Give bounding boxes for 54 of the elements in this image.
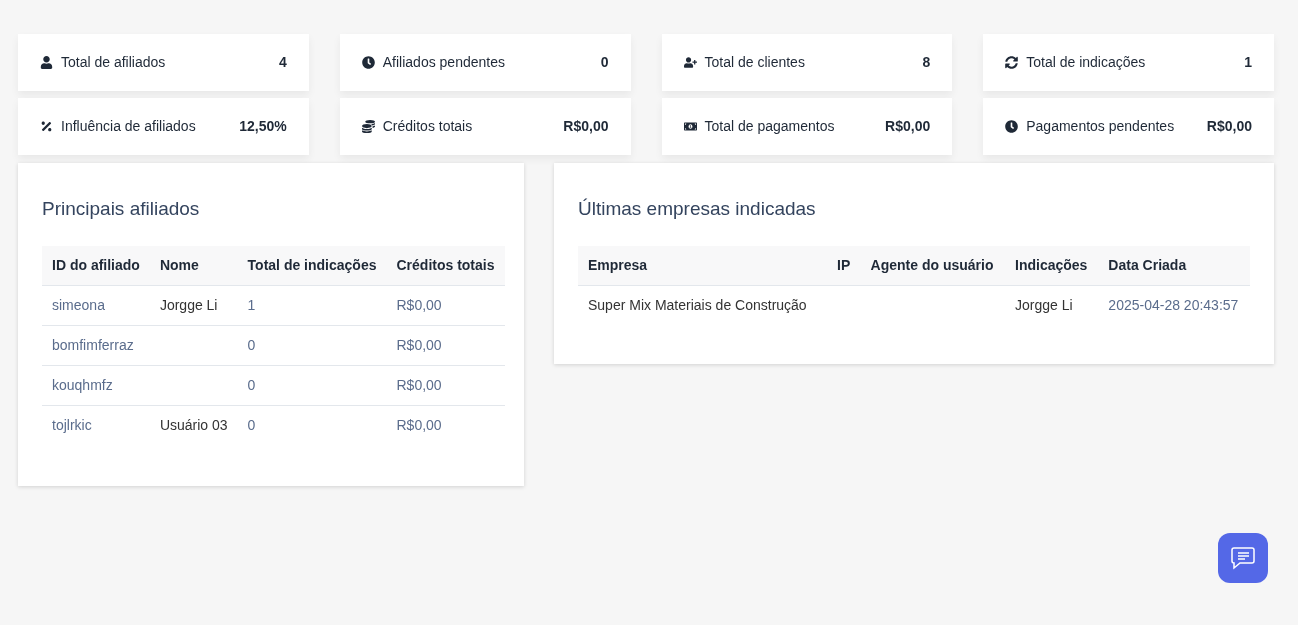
stat-label: Pagamentos pendentes (1026, 117, 1175, 136)
column-header: ID do afiliado (42, 245, 150, 286)
banknote-icon (683, 120, 697, 133)
column-header: IP (827, 245, 861, 286)
stat-value: 0 (600, 53, 609, 72)
panel-title: Principais afiliados (42, 197, 201, 221)
affiliate-link[interactable]: 0 (247, 417, 256, 434)
stat-value: 8 (922, 53, 931, 72)
stat-value: 1 (1244, 53, 1252, 72)
affiliate-link[interactable]: simeona (52, 297, 105, 313)
affiliate-link[interactable]: R$0,00 (396, 297, 442, 313)
stat-label: Total de indicações (1026, 53, 1146, 72)
column-header: Data Criada (1098, 245, 1250, 286)
stat-label: Créditos totais (382, 117, 473, 136)
stat-label: Total de pagamentos (704, 117, 835, 136)
company-link[interactable]: 2025-04-28 20:43:57 (1108, 297, 1239, 314)
chat-icon (1230, 545, 1256, 571)
stat-label: Afiliados pendentes (382, 53, 505, 72)
stat-label: Influência de afiliados (61, 117, 196, 136)
stat-value: R$0,00 (1206, 117, 1252, 136)
percent-icon (40, 120, 53, 133)
column-header: Empresa (578, 245, 827, 286)
affiliate-link[interactable]: kouqhmfz (52, 377, 113, 393)
affiliate-cell: Usuário 03 (159, 417, 228, 434)
company-cell: Jorgge Li (1015, 297, 1073, 314)
stat-label: Total de clientes (704, 53, 805, 72)
column-header: Indicações (1005, 245, 1099, 286)
coins-icon (361, 120, 375, 133)
column-header: Nome (149, 245, 238, 286)
column-header: Créditos totais (386, 245, 505, 286)
affiliate-link[interactable]: 0 (247, 337, 256, 353)
stat-value: 4 (278, 53, 287, 72)
company-cell: Super Mix Materiais de Construção (588, 297, 807, 314)
column-header: Total de indicações (237, 245, 387, 286)
clock-icon (1005, 120, 1019, 133)
user-icon (40, 56, 53, 69)
stat-value: 12,50% (239, 117, 287, 136)
stat-label: Total de afiliados (61, 53, 166, 72)
affiliate-link[interactable]: 1 (247, 297, 256, 313)
stat-value: R$0,00 (885, 117, 931, 136)
user-plus-icon (683, 56, 697, 69)
panel-title: Últimas empresas indicadas (578, 197, 817, 221)
chat-button[interactable] (1218, 533, 1268, 583)
column-header: Agente do usuário (860, 245, 1005, 286)
affiliate-link[interactable]: bomfimferraz (52, 337, 134, 353)
affiliate-link[interactable]: R$0,00 (396, 377, 442, 393)
affiliate-link[interactable]: 0 (247, 377, 256, 393)
stat-value: R$0,00 (563, 117, 609, 136)
affiliate-link[interactable]: tojlrkic (52, 417, 92, 434)
affiliate-link[interactable]: R$0,00 (396, 337, 442, 353)
affiliate-cell: Jorgge Li (159, 297, 218, 313)
affiliate-link[interactable]: R$0,00 (396, 417, 442, 434)
sync-icon (1005, 56, 1019, 69)
clock-icon (361, 56, 375, 69)
